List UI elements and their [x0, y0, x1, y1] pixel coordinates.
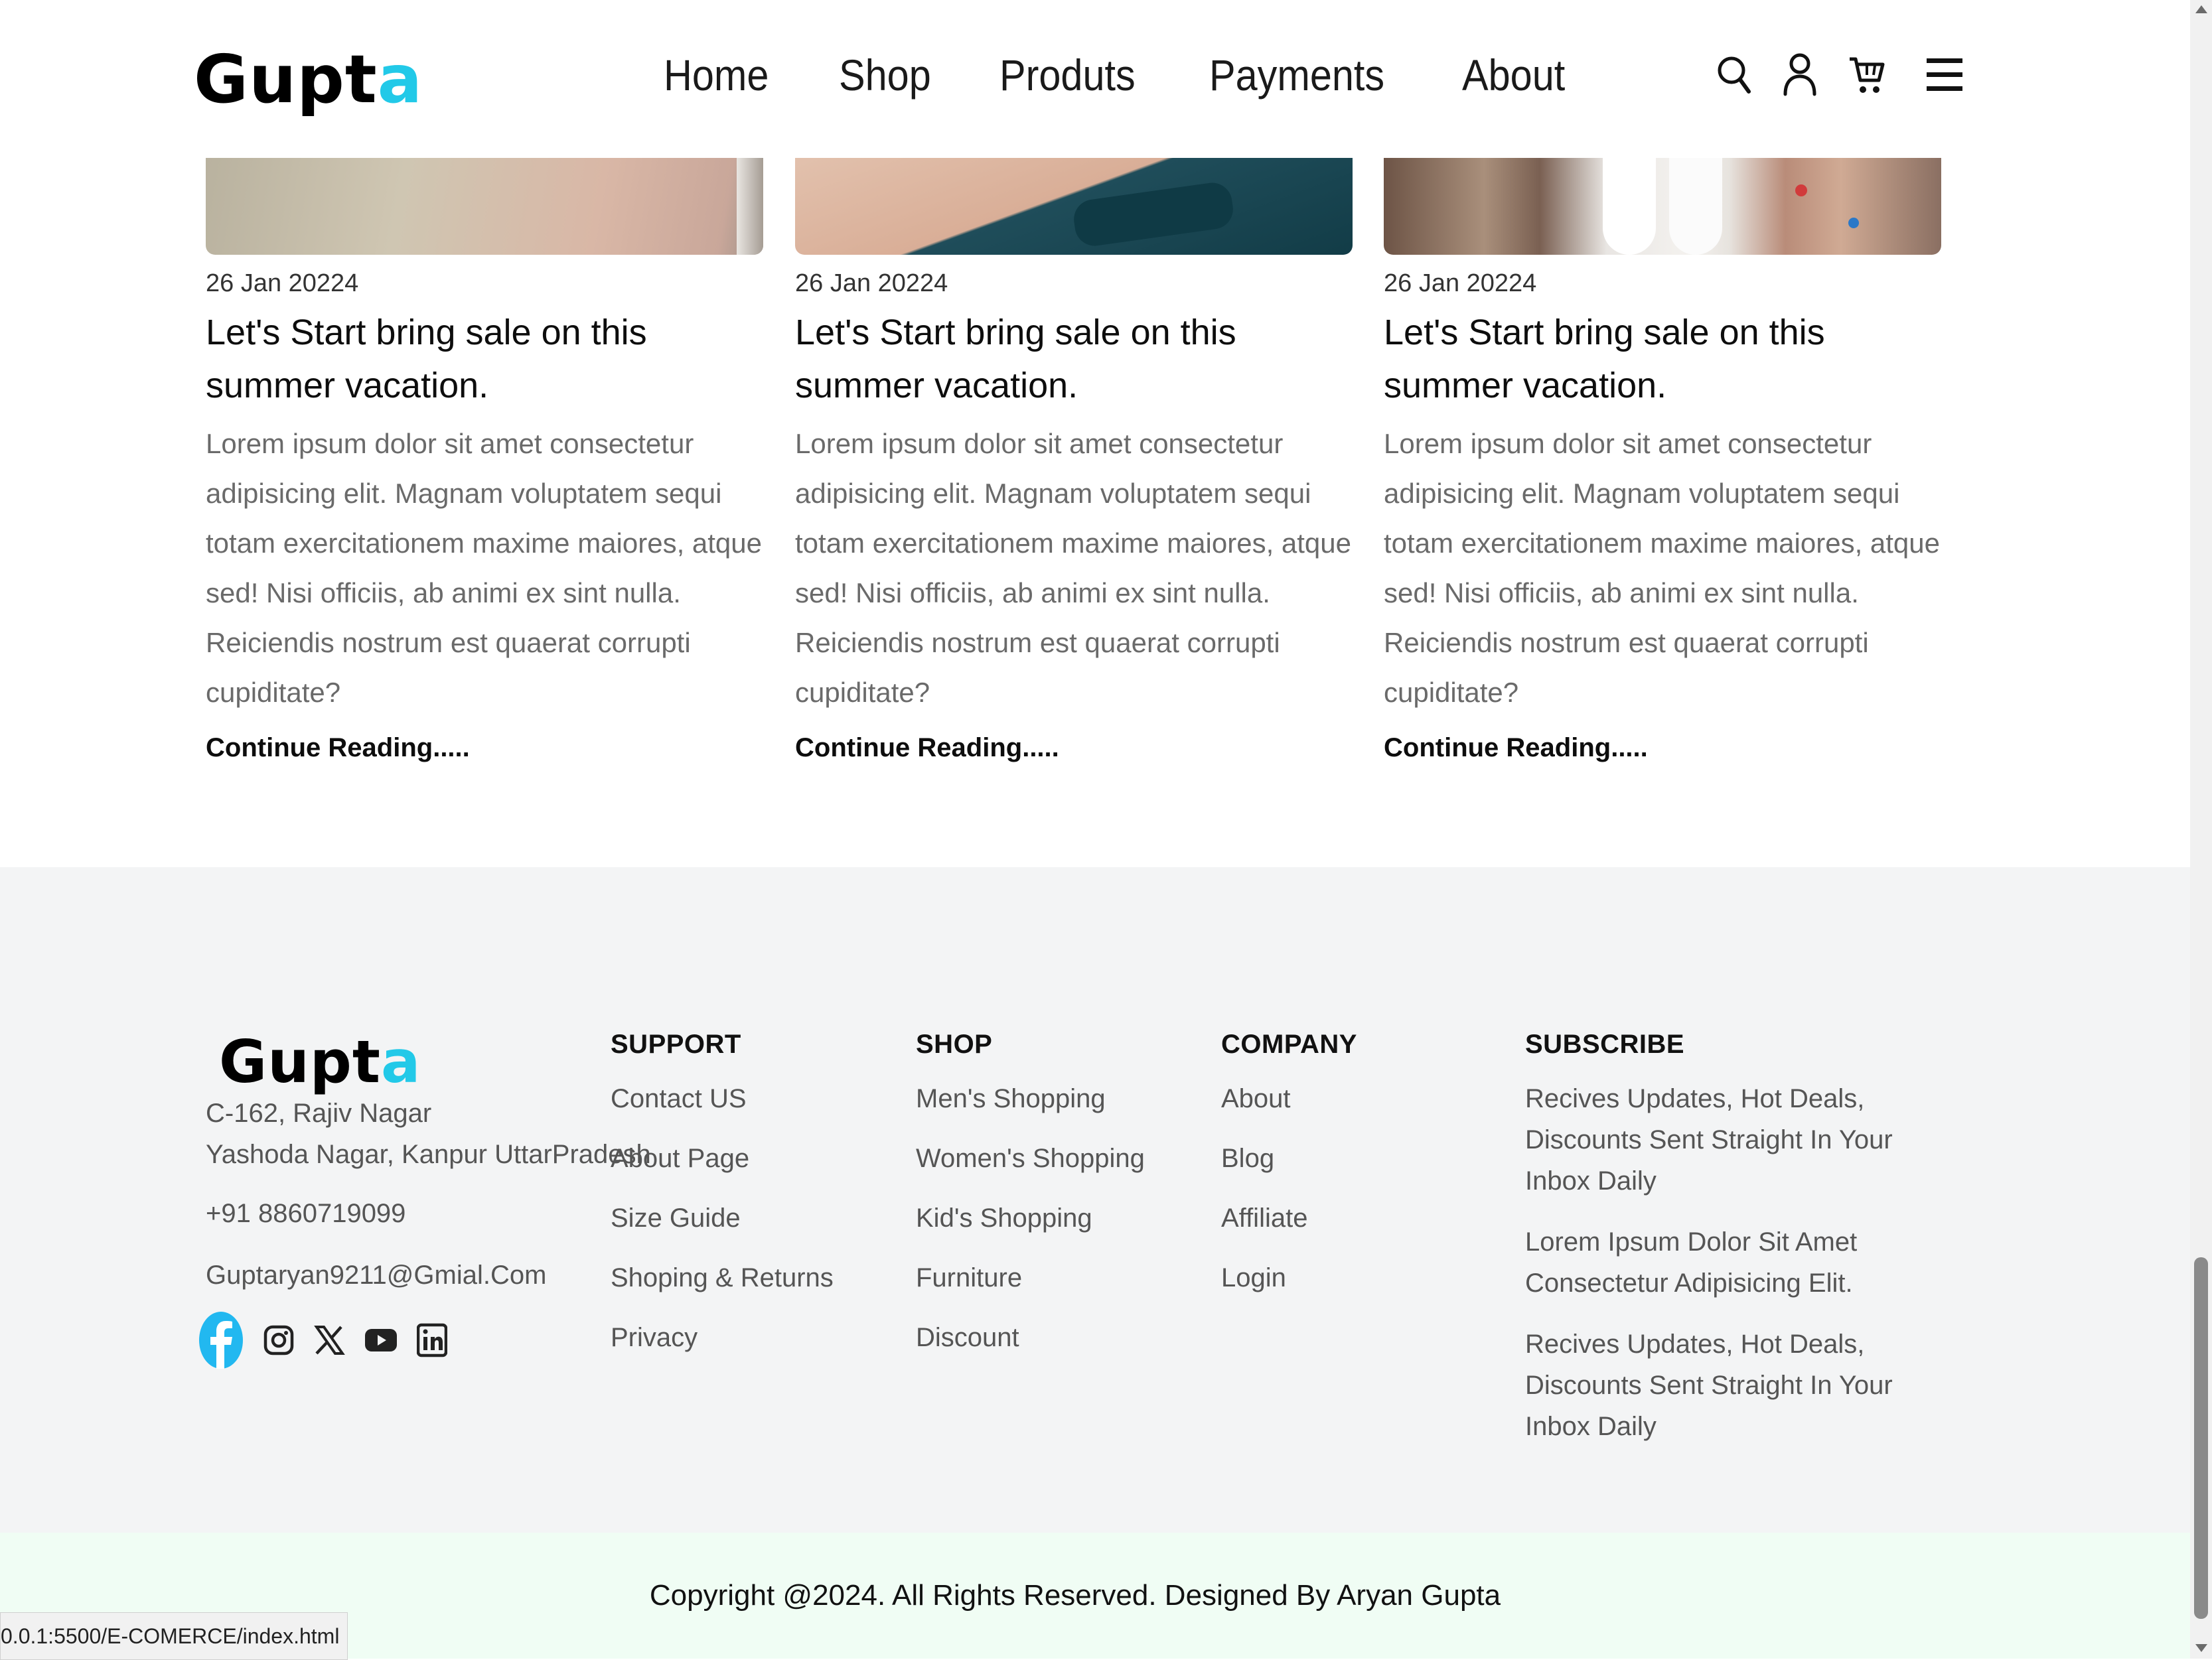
youtube-icon[interactable]: [364, 1324, 398, 1360]
blog-image[interactable]: [206, 158, 763, 255]
x-icon[interactable]: [313, 1324, 345, 1360]
nav-products[interactable]: Produts: [999, 53, 1136, 97]
post-date: 26 Jan 20224: [795, 269, 948, 297]
subscribe-text: Recives Updates, Hot Deals, Discounts Se…: [1525, 1330, 1893, 1441]
footer-phone: +91 8860719099: [206, 1199, 406, 1228]
subscribe-text: Lorem Ipsum Dolor Sit Amet Consectetur A…: [1525, 1227, 1858, 1298]
header-icons: [1716, 52, 1964, 97]
subscribe-text: Recives Updates, Hot Deals, Discounts Se…: [1525, 1084, 1893, 1196]
address-line: C-162, Rajiv Nagar: [206, 1099, 432, 1128]
footer-link[interactable]: Men's Shopping: [916, 1078, 1145, 1119]
post-date: 26 Jan 20224: [1384, 269, 1537, 297]
footer-subscribe-column: SUBSCRIBE Recives Updates, Hot Deals, Di…: [1525, 1030, 1937, 1447]
footer-link[interactable]: Discount: [916, 1317, 1145, 1358]
footer-link[interactable]: Kid's Shopping: [916, 1198, 1145, 1239]
footer-link[interactable]: Shoping & Returns: [611, 1257, 834, 1298]
main-nav: Home Shop Produts Payments About: [664, 53, 1577, 97]
site-logo[interactable]: Gupta: [194, 46, 423, 113]
footer-link[interactable]: Affiliate: [1221, 1198, 1357, 1239]
logo-text: Gupt: [219, 1028, 381, 1096]
nav-home[interactable]: Home: [664, 53, 769, 97]
column-heading: SUPPORT: [611, 1030, 741, 1059]
vertical-scrollbar[interactable]: [2190, 0, 2212, 1659]
post-title: Let's Start bring sale on this summer va…: [206, 312, 647, 405]
continue-reading-link[interactable]: Continue Reading.....: [795, 733, 1059, 763]
footer-link[interactable]: Size Guide: [611, 1198, 834, 1239]
footer-link[interactable]: Blog: [1221, 1138, 1357, 1179]
footer-link[interactable]: Contact US: [611, 1078, 834, 1119]
post-excerpt: Lorem ipsum dolor sit amet consectetur a…: [795, 428, 1352, 708]
address-line: Yashoda Nagar, Kanpur UttarPradesh: [206, 1140, 651, 1169]
column-heading: SUBSCRIBE: [1525, 1030, 1685, 1059]
blog-image[interactable]: [795, 158, 1353, 255]
logo-text: Gupt: [194, 40, 378, 118]
footer-link[interactable]: Privacy: [611, 1317, 834, 1358]
scrollbar-thumb[interactable]: [2194, 1257, 2208, 1619]
continue-reading-link[interactable]: Continue Reading.....: [206, 733, 470, 763]
logo-accent: a: [380, 1028, 421, 1096]
footer-link[interactable]: Women's Shopping: [916, 1138, 1145, 1179]
footer-link[interactable]: Furniture: [916, 1257, 1145, 1298]
cart-icon[interactable]: [1847, 54, 1887, 95]
blog-card: 26 Jan 20224 Let's Start bring sale on t…: [1384, 158, 1941, 763]
nav-payments[interactable]: Payments: [1209, 53, 1384, 97]
site-footer: Gupta C-162, Rajiv Nagar Yashoda Nagar, …: [0, 867, 2190, 1533]
footer-link[interactable]: Login: [1221, 1257, 1357, 1298]
column-heading: COMPANY: [1221, 1030, 1357, 1059]
blog-card: 26 Jan 20224 Let's Start bring sale on t…: [206, 158, 763, 763]
social-links: [198, 1310, 448, 1373]
post-excerpt: Lorem ipsum dolor sit amet consectetur a…: [1384, 428, 1941, 708]
footer-email[interactable]: Guptaryan9211@Gmial.Com: [206, 1261, 546, 1290]
search-icon[interactable]: [1716, 53, 1753, 96]
user-icon[interactable]: [1782, 52, 1818, 97]
logo-accent: a: [377, 40, 423, 118]
blog-image[interactable]: [1384, 158, 1941, 255]
footer-support-column: SUPPORT Contact US About Page Size Guide…: [611, 1030, 834, 1358]
footer-company-column: COMPANY About Blog Affiliate Login: [1221, 1030, 1357, 1298]
footer-shop-column: SHOP Men's Shopping Women's Shopping Kid…: [916, 1030, 1145, 1358]
site-header: Gupta Home Shop Produts Payments About: [0, 0, 2190, 158]
copyright-text: Copyright @2024. All Rights Reserved. De…: [649, 1579, 1501, 1612]
post-title: Let's Start bring sale on this summer va…: [1384, 312, 1825, 405]
continue-reading-link[interactable]: Continue Reading.....: [1384, 733, 1648, 763]
post-date: 26 Jan 20224: [206, 269, 359, 297]
blog-card: 26 Jan 20224 Let's Start bring sale on t…: [795, 158, 1353, 763]
scroll-up-arrow-icon[interactable]: [2195, 5, 2207, 13]
instagram-icon[interactable]: [263, 1324, 295, 1360]
post-excerpt: Lorem ipsum dolor sit amet consectetur a…: [206, 428, 763, 708]
nav-about[interactable]: About: [1462, 53, 1565, 97]
column-heading: SHOP: [916, 1030, 993, 1059]
scroll-down-arrow-icon[interactable]: [2195, 1644, 2207, 1652]
post-title: Let's Start bring sale on this summer va…: [795, 312, 1236, 405]
nav-shop[interactable]: Shop: [839, 53, 931, 97]
linkedin-icon[interactable]: [416, 1323, 448, 1361]
footer-logo[interactable]: Gupta: [219, 1033, 421, 1091]
facebook-icon[interactable]: [198, 1310, 244, 1373]
footer-link[interactable]: About: [1221, 1078, 1357, 1119]
page: 26 Jan 20224 Let's Start bring sale on t…: [0, 0, 2190, 1660]
footer-link[interactable]: About Page: [611, 1138, 834, 1179]
menu-icon[interactable]: [1925, 54, 1964, 94]
status-bar-url: 0.0.1:5500/E-COMERCE/index.html: [0, 1612, 348, 1660]
footer-address: C-162, Rajiv Nagar Yashoda Nagar, Kanpur…: [206, 1093, 651, 1175]
